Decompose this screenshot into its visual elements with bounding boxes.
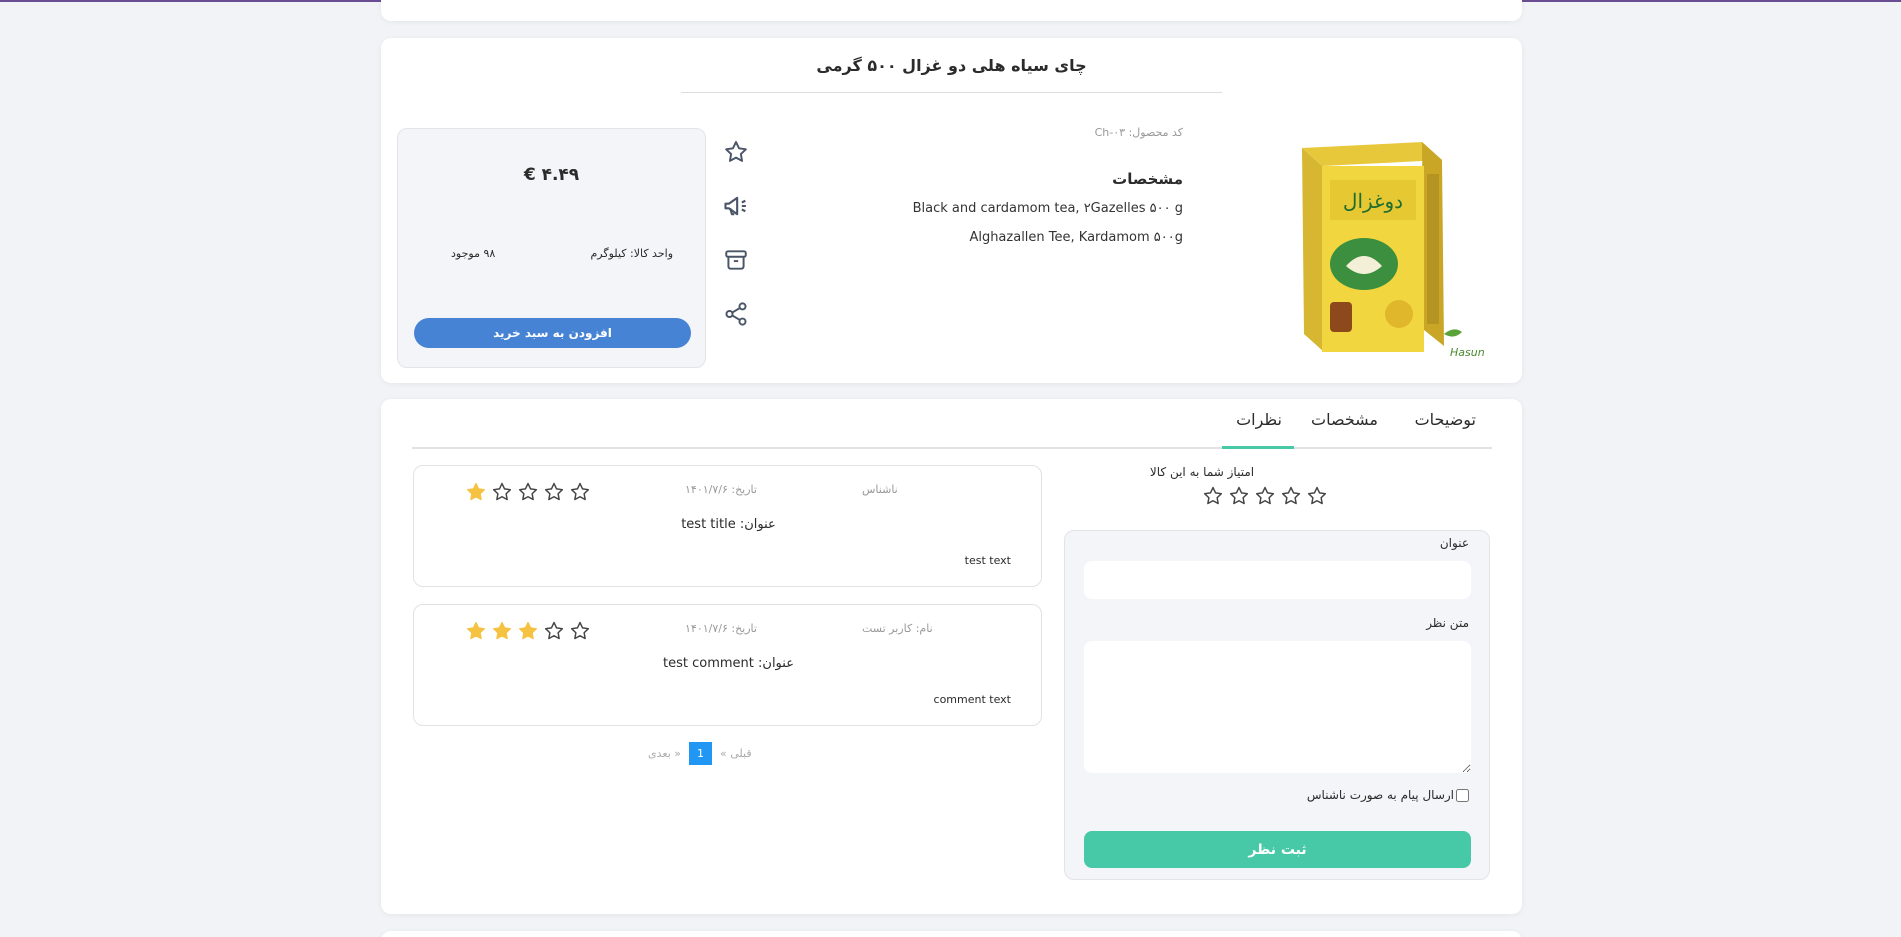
comment-textarea[interactable]: [1084, 641, 1471, 773]
specs-heading: مشخصات: [1112, 170, 1183, 188]
rate-star-icon[interactable]: [1254, 485, 1276, 511]
star-empty-icon: [569, 620, 591, 646]
rate-star-icon[interactable]: [1306, 485, 1328, 511]
title-divider: [681, 92, 1222, 93]
spec-line: Alghazallen Tee, Kardamom ۵۰۰g: [969, 230, 1183, 245]
star-empty-icon: [543, 620, 565, 646]
submit-comment-button[interactable]: ثبت نظر: [1084, 831, 1471, 868]
star-empty-icon: [543, 481, 565, 507]
review-text: test text: [964, 554, 1011, 567]
active-tab-indicator: [1222, 446, 1294, 449]
pagination: بعدی » 1 « قبلی: [648, 742, 752, 765]
review-author: نام: کاربر تست: [862, 622, 933, 635]
rating-stars: [1202, 485, 1328, 511]
anonymous-option[interactable]: ارسال پیام به صورت ناشناس: [1307, 788, 1469, 802]
pagination-current-page[interactable]: 1: [689, 742, 712, 765]
review-title: عنوان: test comment: [663, 656, 794, 671]
spec-line: Black and cardamom tea, ۲Gazelles ۵۰۰ g: [912, 201, 1183, 216]
product-code: کد محصول: Ch-۰۳: [1094, 126, 1183, 139]
pagination-next[interactable]: بعدی »: [648, 747, 681, 760]
reviews-card: توضیحات مشخصات نظرات امتیاز شما به این ک…: [381, 399, 1522, 914]
tab-description[interactable]: توضیحات: [1415, 410, 1476, 429]
review-stars: [465, 620, 591, 646]
review-author: ناشناس: [862, 483, 898, 496]
add-to-cart-button[interactable]: افزودن به سبد خرید: [414, 318, 691, 348]
comment-form: عنوان متن نظر ارسال پیام به صورت ناشناس …: [1064, 530, 1490, 880]
review-date: تاریخ: ۱۴۰۱/۷/۶: [685, 483, 757, 496]
review-item: ناشناس تاریخ: ۱۴۰۱/۷/۶ عنوان: test title…: [413, 465, 1042, 587]
svg-text:دوغزال: دوغزال: [1343, 189, 1403, 213]
star-filled-icon: [465, 481, 487, 507]
unit-label: واحد کالا: کیلوگرم: [590, 247, 674, 260]
rate-star-icon[interactable]: [1228, 485, 1250, 511]
rate-star-icon[interactable]: [1202, 485, 1224, 511]
stock-label: ۹۸ موجود: [451, 247, 496, 260]
archive-icon[interactable]: [721, 245, 751, 275]
star-empty-icon: [569, 481, 591, 507]
review-stars: [465, 481, 591, 507]
star-filled-icon: [465, 620, 487, 646]
review-item: نام: کاربر تست تاریخ: ۱۴۰۱/۷/۶ عنوان: te…: [413, 604, 1042, 726]
review-date: تاریخ: ۱۴۰۱/۷/۶: [685, 622, 757, 635]
megaphone-icon[interactable]: [721, 191, 751, 221]
tab-specifications[interactable]: مشخصات: [1311, 410, 1378, 429]
review-title: عنوان: test title: [681, 517, 776, 532]
title-field-label: عنوان: [1439, 536, 1469, 550]
body-field-label: متن نظر: [1426, 616, 1469, 630]
favorite-star-icon[interactable]: [721, 137, 751, 167]
anonymous-checkbox[interactable]: [1456, 788, 1469, 802]
rate-star-icon[interactable]: [1280, 485, 1302, 511]
product-title: چای سیاه هلی دو غزال ۵۰۰ گرمی: [816, 56, 1087, 75]
share-icon[interactable]: [721, 299, 751, 329]
product-card: چای سیاه هلی دو غزال ۵۰۰ گرمی دوغزال Has…: [381, 38, 1522, 383]
header-card: [381, 0, 1522, 21]
tab-comments[interactable]: نظرات: [1236, 410, 1282, 429]
star-filled-icon: [491, 620, 513, 646]
tabs-divider: [412, 447, 1492, 449]
product-price: € ۴.۴۹: [523, 165, 580, 185]
title-input[interactable]: [1084, 561, 1471, 599]
star-empty-icon: [517, 481, 539, 507]
anonymous-label: ارسال پیام به صورت ناشناس: [1306, 788, 1454, 802]
review-text: comment text: [933, 693, 1011, 706]
svg-text:Hasun: Hasun: [1450, 346, 1484, 359]
pagination-prev[interactable]: « قبلی: [720, 747, 752, 760]
footer-card: [381, 931, 1522, 937]
purchase-box: € ۴.۴۹ واحد کالا: کیلوگرم ۹۸ موجود افزود…: [397, 128, 706, 368]
rating-label: امتیاز شما به این کالا: [1149, 465, 1255, 479]
star-empty-icon: [491, 481, 513, 507]
product-image: دوغزال Hasun: [1274, 134, 1485, 366]
star-filled-icon: [517, 620, 539, 646]
